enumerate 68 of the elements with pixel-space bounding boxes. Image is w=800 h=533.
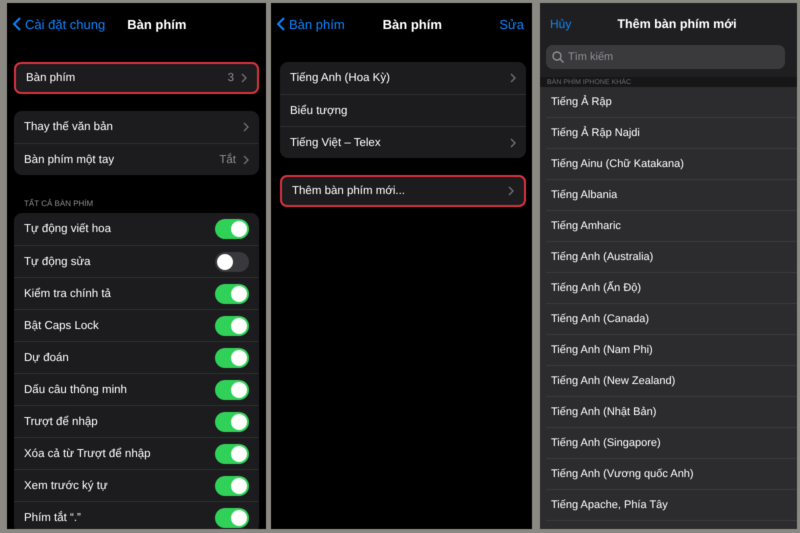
row-label: Bàn phím một tay <box>24 154 114 166</box>
language-row[interactable]: Tiếng Anh (Nam Phi) <box>546 335 797 366</box>
chevron-icon <box>510 138 516 148</box>
search-field[interactable]: Tìm kiếm <box>546 45 785 69</box>
toggle-switch[interactable] <box>215 508 249 528</box>
row-label: Tự động viết hoa <box>24 223 111 235</box>
row-label: Trượt để nhập <box>24 416 98 428</box>
row-label: Dấu câu thông minh <box>24 384 127 396</box>
screen-title: Bàn phím <box>127 16 186 32</box>
row-label: Tiếng Việt – Telex <box>290 136 381 148</box>
settings-row[interactable]: Bàn phím 3 <box>14 62 259 94</box>
toggle-switch[interactable] <box>215 219 249 239</box>
settings-row[interactable]: Biểu tượng <box>280 94 526 126</box>
back-button[interactable]: Bàn phím <box>277 16 345 32</box>
search-icon <box>552 51 564 63</box>
toggle-switch[interactable] <box>215 348 249 368</box>
language-row[interactable]: Tiếng Albania <box>546 180 797 211</box>
cancel-button[interactable]: Hủy <box>550 17 572 31</box>
settings-row[interactable]: Tiếng Anh (Hoa Kỳ) <box>280 62 526 94</box>
language-row[interactable]: Tiếng Ả Rập Najdi <box>546 118 797 149</box>
screen-title: Thêm bàn phím mới <box>617 17 737 31</box>
settings-row[interactable]: Thay thế văn bản <box>14 111 259 143</box>
toggle-switch[interactable] <box>215 476 249 496</box>
row-label: Bàn phím <box>26 72 76 84</box>
row-value: Tắt <box>219 154 236 166</box>
toggle-switch[interactable] <box>215 444 249 464</box>
language-row[interactable]: Tiếng Ả Rập <box>546 87 797 118</box>
language-row[interactable]: Tiếng Apache, Phía Tây <box>546 490 797 521</box>
language-row[interactable]: Tiếng Anh (Australia) <box>546 242 797 273</box>
section-header: TẤT CẢ BÀN PHÍM <box>23 198 94 210</box>
toggle-switch[interactable] <box>215 412 249 432</box>
toggle-switch[interactable] <box>215 284 249 304</box>
chevron-icon <box>243 154 249 164</box>
language-row[interactable]: Tiếng Anh (Singapore) <box>546 428 797 459</box>
row-label: Dự đoán <box>24 352 69 364</box>
row-label: Biểu tượng <box>290 104 348 116</box>
row-label: Thêm bàn phím mới... <box>292 185 405 197</box>
chevron-icon <box>243 122 249 132</box>
back-button[interactable]: Cài đặt chung <box>13 16 106 32</box>
settings-row[interactable]: Thêm bàn phím mới... <box>280 175 526 207</box>
language-row[interactable]: Tiếng Ainu (Chữ Katakana) <box>546 149 797 180</box>
row-label: Phím tắt “.” <box>24 512 81 524</box>
language-row[interactable]: Tiếng Anh (New Zealand) <box>546 366 797 397</box>
language-row[interactable]: Tiếng Amharic <box>546 211 797 242</box>
row-label: Xóa cả từ Trượt để nhập <box>24 448 151 460</box>
chevron-icon <box>508 186 514 196</box>
back-icon <box>277 17 285 31</box>
toggle-switch[interactable] <box>215 380 249 400</box>
row-value: 3 <box>228 72 234 84</box>
row-label: Thay thế văn bản <box>24 121 113 133</box>
row-label: Xem trước ký tự <box>24 480 108 492</box>
language-row[interactable]: Tiếng Anh (Vương quốc Anh) <box>546 459 797 490</box>
language-row[interactable]: Tiếng Anh (Ấn Độ) <box>546 273 797 304</box>
settings-row[interactable]: Tiếng Việt – Telex <box>280 126 526 158</box>
settings-row[interactable]: Bàn phím một tay Tắt <box>14 143 259 175</box>
screen-title: Bàn phím <box>382 16 442 32</box>
row-label: Kiểm tra chính tả <box>24 288 111 300</box>
language-row[interactable]: Tiếng Anh (Nhật Bản) <box>546 397 797 428</box>
row-label: Tự động sửa <box>24 256 91 268</box>
back-icon <box>13 17 21 31</box>
row-label: Bật Caps Lock <box>24 320 99 332</box>
chevron-icon <box>510 73 516 83</box>
toggle-switch[interactable] <box>215 252 249 272</box>
chevron-icon <box>241 73 247 83</box>
toggle-switch[interactable] <box>215 316 249 336</box>
edit-button[interactable]: Sửa <box>499 16 524 32</box>
language-row[interactable]: Tiếng Anh (Canada) <box>546 304 797 335</box>
row-label: Tiếng Anh (Hoa Kỳ) <box>290 72 390 84</box>
